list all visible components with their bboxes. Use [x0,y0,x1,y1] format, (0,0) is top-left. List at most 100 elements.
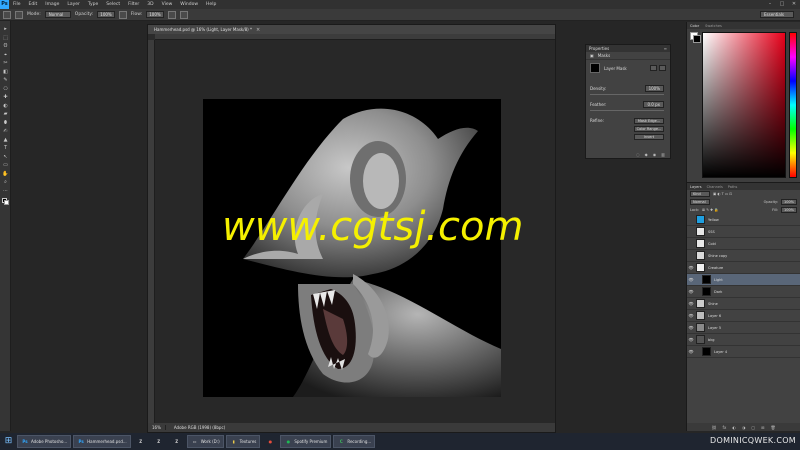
close-icon[interactable]: ✕ [788,0,800,9]
hue-slider[interactable] [789,32,797,178]
layer-row[interactable]: Yellow [687,214,800,226]
workspace-select[interactable]: Essentials [760,11,794,18]
load-selection-icon[interactable]: ◌ [636,152,640,157]
visibility-eye-icon[interactable]: 👁 [687,349,695,354]
trash-icon[interactable]: 🗑 [770,425,775,430]
visibility-eye-icon[interactable]: 👁 [687,313,695,318]
visibility-eye-icon[interactable]: 👁 [687,289,695,294]
disable-mask-icon[interactable]: ◉ [653,152,657,157]
layer-row[interactable]: 👁 Shine [687,298,800,310]
layer-thumbnail[interactable] [696,323,705,332]
menu-image[interactable]: Image [41,2,63,7]
document-info[interactable]: Adobe RGB (1998) (8bpc) [174,425,225,430]
tab-swatches[interactable]: Swatches [705,24,722,28]
pressure-size-icon[interactable] [179,10,188,19]
taskbar-item[interactable]: ▭ Work (D:) [186,435,224,448]
document-tab[interactable]: Hammerhead.psd @ 16% (Light, Layer Mask/… [148,25,555,34]
visibility-eye-icon[interactable]: 👁 [687,277,695,282]
layer-name[interactable]: SSS [708,230,715,234]
properties-header[interactable]: Properties ≡ [586,45,670,52]
taskbar-item[interactable]: Z [169,435,185,448]
shape-tool-icon[interactable]: ▭ [1,161,10,169]
menu-filter[interactable]: Filter [124,2,143,7]
start-button[interactable]: ⊞ [2,435,15,448]
mask-edge-button[interactable]: Mask Edge... [634,118,664,124]
lasso-tool-icon[interactable]: ʘ [1,42,10,50]
feather-slider[interactable] [590,110,664,111]
maximize-icon[interactable]: □ [776,0,788,9]
layer-name[interactable]: Yellow [708,218,719,222]
brush-preset-icon[interactable] [3,10,11,19]
new-layer-icon[interactable]: ⊞ [761,425,764,430]
eraser-tool-icon[interactable]: ▰ [1,110,10,118]
visibility-eye-icon[interactable]: 👁 [687,325,695,330]
layer-opacity-input[interactable]: 100% [780,199,797,205]
menu-view[interactable]: View [158,2,177,7]
pixel-mask-button[interactable] [650,65,657,71]
taskbar-item[interactable]: ▮ Textures [225,435,261,448]
layer-name[interactable]: Cold [708,242,716,246]
tab-paths[interactable]: Paths [728,185,738,189]
layer-row[interactable]: 👁 Layer 5 [687,322,800,334]
layer-name[interactable]: Layer 4 [714,350,727,354]
layer-row[interactable]: 👁 Light [687,274,800,286]
color-picker-field[interactable] [702,32,786,178]
menu-select[interactable]: Select [102,2,124,7]
airbrush-icon[interactable] [167,10,176,19]
color-range-button[interactable]: Color Range... [634,126,664,132]
move-tool-icon[interactable]: ▸ [1,25,10,33]
path-select-tool-icon[interactable]: ↖ [1,153,10,161]
layer-thumbnail[interactable] [702,275,711,284]
menu-edit[interactable]: Edit [25,2,42,7]
taskbar-item[interactable]: Ps Adobe Photosho... [17,435,72,448]
layer-name[interactable]: Creature [708,266,723,270]
menu-type[interactable]: Type [84,2,102,7]
invert-button[interactable]: Invert [634,134,664,140]
ruler-vertical[interactable] [148,40,155,423]
layer-thumbnail[interactable] [696,311,705,320]
eyedropper-tool-icon[interactable]: ◧ [1,68,10,76]
layer-kind-filter[interactable]: Kind [690,191,710,197]
layer-thumbnail[interactable] [696,227,705,236]
layer-name[interactable]: Layer 6 [708,314,721,318]
zoom-tool-icon[interactable]: ⌕ [1,178,10,186]
taskbar-item[interactable]: C Recording... [333,435,376,448]
pressure-opacity-icon[interactable] [118,10,127,19]
layer-name[interactable]: Layer 5 [708,326,721,330]
layer-thumbnail[interactable] [696,263,705,272]
tab-channels[interactable]: Channels [707,185,723,189]
tab-layers[interactable]: Layers [690,185,702,189]
menu-3d[interactable]: 3D [143,2,157,7]
layer-thumbnail[interactable] [696,299,705,308]
layer-row[interactable]: Shine copy [687,250,800,262]
taskbar-item[interactable]: Z [133,435,149,448]
layer-row[interactable]: 👁 bkg [687,334,800,346]
blend-mode-select[interactable]: Normal [690,199,710,205]
fill-input[interactable]: 100% [780,207,797,213]
taskbar-item[interactable]: ● [262,435,278,448]
mode-select[interactable]: Normal [44,11,71,18]
quick-select-tool-icon[interactable]: ⌖ [1,51,10,59]
density-slider[interactable] [590,94,664,95]
layer-style-icon[interactable]: fx [723,425,727,430]
visibility-eye-icon[interactable]: 👁 [687,337,695,342]
layer-row[interactable]: 👁 Dark [687,286,800,298]
history-brush-tool-icon[interactable]: ◐ [1,102,10,110]
minimize-icon[interactable]: – [764,0,776,9]
flow-input[interactable]: 100% [146,11,164,18]
menu-file[interactable]: File [9,2,25,7]
layer-thumbnail[interactable] [702,347,711,356]
layer-name[interactable]: Dark [714,290,722,294]
dodge-tool-icon[interactable]: ✍ [1,127,10,135]
visibility-eye-icon[interactable]: 👁 [687,265,695,270]
delete-mask-icon[interactable]: ▥ [661,152,665,157]
color-background-swatch[interactable] [693,35,701,43]
layer-row[interactable]: Cold [687,238,800,250]
brush-tool-icon[interactable]: ⎔ [1,85,10,93]
layer-thumbnail[interactable] [702,287,711,296]
background-color-swatch[interactable] [4,200,9,205]
clone-stamp-tool-icon[interactable]: ✚ [1,93,10,101]
mask-thumbnail[interactable] [590,63,600,73]
layer-row[interactable]: 👁 Layer 4 [687,346,800,358]
layer-name[interactable]: Shine [708,302,718,306]
